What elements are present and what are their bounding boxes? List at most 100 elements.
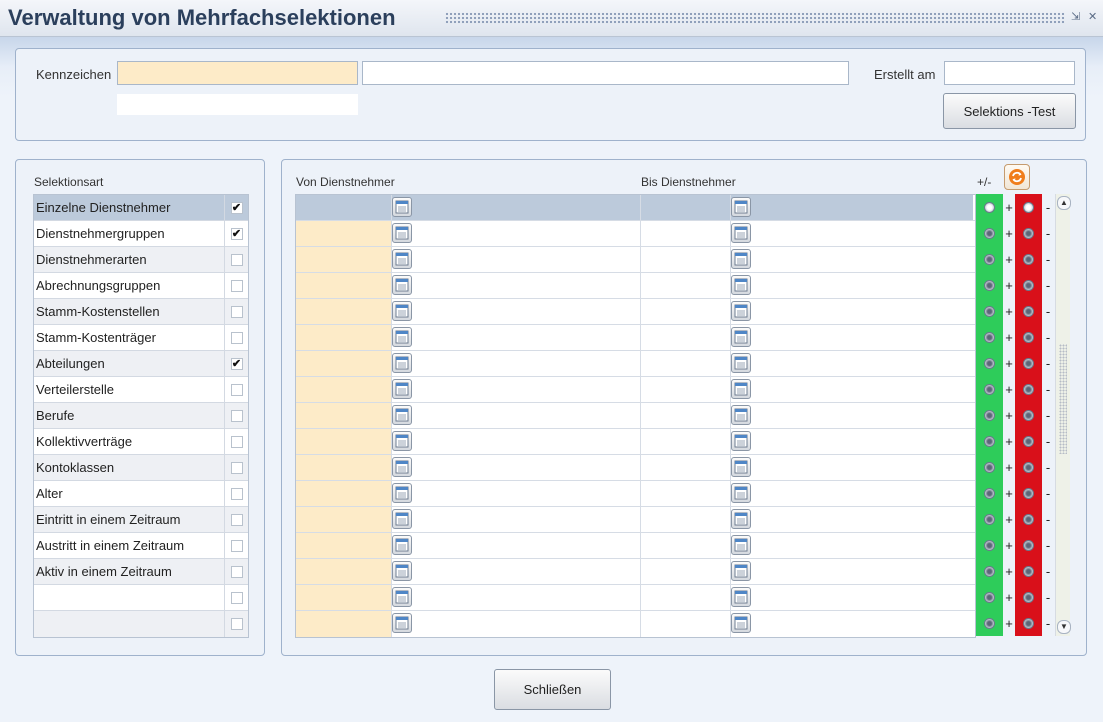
calendar-icon[interactable] (392, 301, 412, 321)
exclude-radio[interactable] (1023, 357, 1034, 369)
selection-row[interactable]: Austritt in einem Zeitraum (34, 533, 248, 559)
exclude-radio[interactable] (1023, 435, 1034, 447)
bis-kennzeichen-input[interactable] (641, 611, 731, 637)
von-kennzeichen-input[interactable] (296, 403, 392, 428)
calendar-icon[interactable] (731, 613, 751, 633)
selection-row[interactable]: Abrechnungsgruppen (34, 273, 248, 299)
selection-row[interactable]: Stamm-Kostenträger (34, 325, 248, 351)
calendar-icon[interactable] (392, 509, 412, 529)
bis-kennzeichen-input[interactable] (641, 273, 731, 298)
exclude-radio-cell[interactable] (1015, 506, 1042, 532)
include-radio[interactable] (984, 305, 995, 317)
exclude-radio-cell[interactable] (1015, 324, 1042, 350)
include-radio[interactable] (984, 513, 995, 525)
include-radio[interactable] (984, 357, 995, 369)
refresh-button[interactable] (1004, 164, 1030, 190)
von-kennzeichen-input[interactable] (296, 507, 392, 532)
exclude-radio-cell[interactable] (1015, 402, 1042, 428)
bis-kennzeichen-input[interactable] (641, 455, 731, 480)
bis-kennzeichen-input[interactable] (641, 481, 731, 506)
bis-kennzeichen-input[interactable] (641, 195, 731, 220)
calendar-icon[interactable] (731, 535, 751, 555)
bis-kennzeichen-input[interactable] (641, 221, 731, 246)
include-radio[interactable] (984, 227, 995, 239)
include-radio[interactable] (984, 253, 995, 265)
calendar-icon[interactable] (731, 223, 751, 243)
include-radio-cell[interactable] (976, 402, 1003, 428)
bis-kennzeichen-input[interactable] (641, 351, 731, 376)
von-kennzeichen-input[interactable] (296, 585, 392, 610)
include-radio-cell[interactable] (976, 584, 1003, 610)
calendar-icon[interactable] (731, 431, 751, 451)
bis-kennzeichen-input[interactable] (641, 429, 731, 454)
selection-checkbox[interactable] (230, 253, 243, 266)
include-radio-cell[interactable] (976, 376, 1003, 402)
von-kennzeichen-input[interactable] (296, 299, 392, 324)
von-kennzeichen-input[interactable] (296, 247, 392, 272)
exclude-radio[interactable] (1023, 487, 1034, 499)
exclude-radio[interactable] (1023, 409, 1034, 421)
exclude-radio[interactable] (1023, 201, 1034, 213)
selection-checkbox[interactable]: ✔ (230, 201, 243, 214)
von-kennzeichen-input[interactable] (296, 273, 392, 298)
exclude-radio[interactable] (1023, 331, 1034, 343)
selection-checkbox[interactable] (230, 435, 243, 448)
selection-row[interactable]: Abteilungen ✔ (34, 351, 248, 377)
von-kennzeichen-input[interactable] (296, 325, 392, 350)
bis-kennzeichen-input[interactable] (641, 299, 731, 324)
von-kennzeichen-input[interactable] (296, 195, 392, 220)
selection-row[interactable]: Verteilerstelle (34, 377, 248, 403)
include-radio-cell[interactable] (976, 428, 1003, 454)
selection-row[interactable]: Stamm-Kostenstellen (34, 299, 248, 325)
include-radio-cell[interactable] (976, 220, 1003, 246)
bis-kennzeichen-input[interactable] (641, 559, 731, 584)
include-radio[interactable] (984, 201, 995, 213)
selection-row[interactable] (34, 585, 248, 611)
exclude-radio[interactable] (1023, 565, 1034, 577)
exclude-radio-cell[interactable] (1015, 376, 1042, 402)
calendar-icon[interactable] (731, 327, 751, 347)
exclude-radio-cell[interactable] (1015, 298, 1042, 324)
exclude-radio-cell[interactable] (1015, 194, 1042, 220)
exclude-radio[interactable] (1023, 591, 1034, 603)
include-radio[interactable] (984, 617, 995, 629)
exclude-radio-cell[interactable] (1015, 454, 1042, 480)
include-radio[interactable] (984, 461, 995, 473)
selection-checkbox[interactable] (230, 487, 243, 500)
include-radio[interactable] (984, 565, 995, 577)
selection-row[interactable]: Kollektivverträge (34, 429, 248, 455)
von-kennzeichen-input[interactable] (296, 429, 392, 454)
calendar-icon[interactable] (731, 249, 751, 269)
von-kennzeichen-input[interactable] (296, 377, 392, 402)
calendar-icon[interactable] (392, 561, 412, 581)
exclude-radio[interactable] (1023, 617, 1034, 629)
exclude-radio[interactable] (1023, 305, 1034, 317)
selection-row[interactable]: Kontoklassen (34, 455, 248, 481)
calendar-icon[interactable] (392, 197, 412, 217)
calendar-icon[interactable] (731, 197, 751, 217)
von-kennzeichen-input[interactable] (296, 559, 392, 584)
exclude-radio-cell[interactable] (1015, 584, 1042, 610)
selection-checkbox[interactable] (230, 461, 243, 474)
exclude-radio[interactable] (1023, 279, 1034, 291)
selection-checkbox[interactable] (230, 565, 243, 578)
selection-row[interactable]: Einzelne Dienstnehmer ✔ (34, 195, 248, 221)
include-radio-cell[interactable] (976, 350, 1003, 376)
calendar-icon[interactable] (731, 353, 751, 373)
exclude-radio-cell[interactable] (1015, 532, 1042, 558)
calendar-icon[interactable] (731, 379, 751, 399)
bezeichnung-input[interactable] (362, 61, 849, 85)
selection-checkbox[interactable] (230, 591, 243, 604)
selection-row[interactable]: Aktiv in einem Zeitraum (34, 559, 248, 585)
calendar-icon[interactable] (392, 431, 412, 451)
calendar-icon[interactable] (392, 379, 412, 399)
exclude-radio-cell[interactable] (1015, 558, 1042, 584)
include-radio[interactable] (984, 409, 995, 421)
selection-row[interactable] (34, 611, 248, 637)
von-kennzeichen-input[interactable] (296, 481, 392, 506)
exclude-radio[interactable] (1023, 513, 1034, 525)
bis-kennzeichen-input[interactable] (641, 325, 731, 350)
include-radio[interactable] (984, 331, 995, 343)
include-radio-cell[interactable] (976, 558, 1003, 584)
selection-checkbox[interactable] (230, 409, 243, 422)
